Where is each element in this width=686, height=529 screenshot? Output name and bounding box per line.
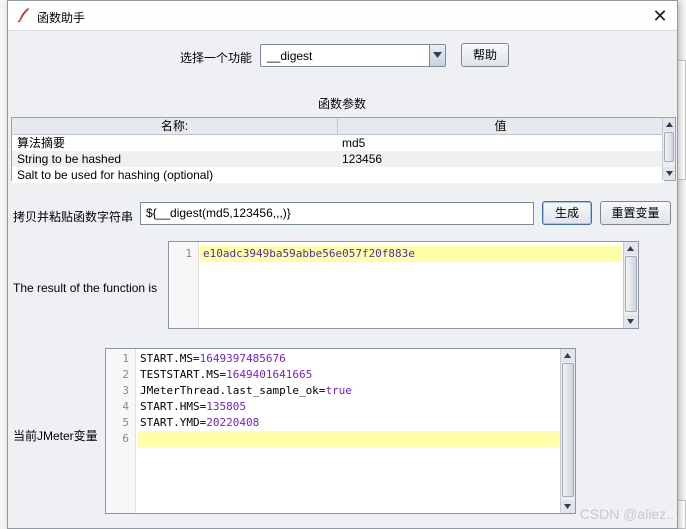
table-row[interactable]: String to be hashed 123456 [12, 151, 664, 167]
line-number: 3 [122, 384, 129, 397]
param-value: md5 [342, 136, 366, 150]
result-label: The result of the function is [13, 281, 158, 295]
scroll-thumb[interactable] [664, 132, 674, 162]
param-value: 123456 [342, 152, 383, 166]
params-heading: 函数参数 [318, 97, 367, 111]
param-name: 算法摘要 [17, 136, 66, 150]
window-title: 函数助手 [37, 11, 86, 25]
variable-line: START.YMD=20220408 [140, 415, 259, 431]
column-header-value[interactable]: 值 [338, 118, 664, 135]
chevron-down-icon[interactable] [429, 45, 445, 66]
function-dropdown[interactable]: __digest [260, 44, 446, 67]
scroll-thumb[interactable] [625, 256, 637, 312]
variable-value: 1649397485676 [199, 352, 286, 365]
param-name: String to be hashed [17, 152, 122, 166]
variable-line: START.HMS=135805 [140, 399, 246, 415]
function-string-label: 拷贝并粘贴函数字符串 [13, 210, 134, 224]
scroll-up-icon[interactable] [561, 349, 575, 362]
params-table: 名称: 值 算法摘要 md5 String to be hashed 12345… [11, 117, 676, 183]
param-name: Salt to be used for hashing (optional) [17, 168, 214, 182]
variable-value: 20220408 [206, 416, 260, 429]
line-number: 4 [122, 400, 129, 413]
line-number-gutter: 1 2 3 4 5 6 [106, 349, 136, 513]
help-button[interactable]: 帮助 [461, 43, 509, 67]
result-editor[interactable]: 1 e10adc3949ba59abbe56e057f20f883e [168, 241, 639, 329]
table-row[interactable]: Salt to be used for hashing (optional) [12, 167, 664, 183]
variable-key: JMeterThread.last_sample_ok= [140, 384, 326, 397]
column-header-name[interactable]: 名称: [12, 118, 338, 135]
params-scrollbar[interactable] [662, 118, 675, 180]
table-row[interactable]: 算法摘要 md5 [12, 135, 664, 151]
line-number: 1 [122, 352, 129, 365]
scroll-thumb[interactable] [562, 363, 574, 497]
scroll-down-icon[interactable] [624, 315, 638, 328]
line-number: 1 [185, 247, 192, 260]
result-scrollbar[interactable] [623, 242, 638, 328]
scroll-down-icon[interactable] [561, 500, 575, 513]
current-line-highlight [137, 431, 561, 447]
variable-key: TESTSTART.MS= [140, 368, 227, 381]
variable-line: TESTSTART.MS=1649401641665 [140, 367, 312, 383]
reset-variables-button[interactable]: 重置变量 [600, 201, 671, 225]
variable-value: true [325, 384, 352, 397]
variables-label: 当前JMeter变量 [13, 429, 98, 443]
scroll-up-icon[interactable] [663, 118, 675, 131]
variable-key: START.HMS= [140, 400, 207, 413]
title-bar: 函数助手 ✕ [8, 1, 677, 31]
close-icon[interactable]: ✕ [649, 5, 671, 27]
variable-value: 135805 [206, 400, 246, 413]
scroll-down-icon[interactable] [663, 167, 675, 180]
scroll-up-icon[interactable] [624, 242, 638, 255]
line-number: 5 [122, 416, 129, 429]
feather-icon [16, 7, 32, 23]
variables-editor[interactable]: 1 2 3 4 5 6 START.MS=1649397485676 TESTS… [105, 348, 576, 514]
line-number: 6 [122, 432, 129, 445]
select-function-label: 选择一个功能 [180, 51, 253, 65]
variable-key: START.MS= [140, 352, 200, 365]
generate-button[interactable]: 生成 [542, 201, 592, 225]
watermark: CSDN @aliez.. [579, 506, 674, 522]
function-dropdown-value: __digest [267, 49, 313, 63]
variables-scrollbar[interactable] [560, 349, 575, 513]
line-number: 2 [122, 368, 129, 381]
variable-line: JMeterThread.last_sample_ok=true [140, 383, 352, 399]
function-string-input[interactable]: ${__digest(md5,123456,,,)} [140, 202, 534, 225]
line-number-gutter: 1 [169, 242, 199, 328]
function-helper-dialog: 函数助手 ✕ 选择一个功能 __digest 帮助 函数参数 名称: 值 算法摘… [7, 0, 678, 529]
variable-value: 1649401641665 [226, 368, 313, 381]
variable-line: START.MS=1649397485676 [140, 351, 286, 367]
result-line: e10adc3949ba59abbe56e057f20f883e [200, 246, 622, 262]
variable-key: START.YMD= [140, 416, 207, 429]
